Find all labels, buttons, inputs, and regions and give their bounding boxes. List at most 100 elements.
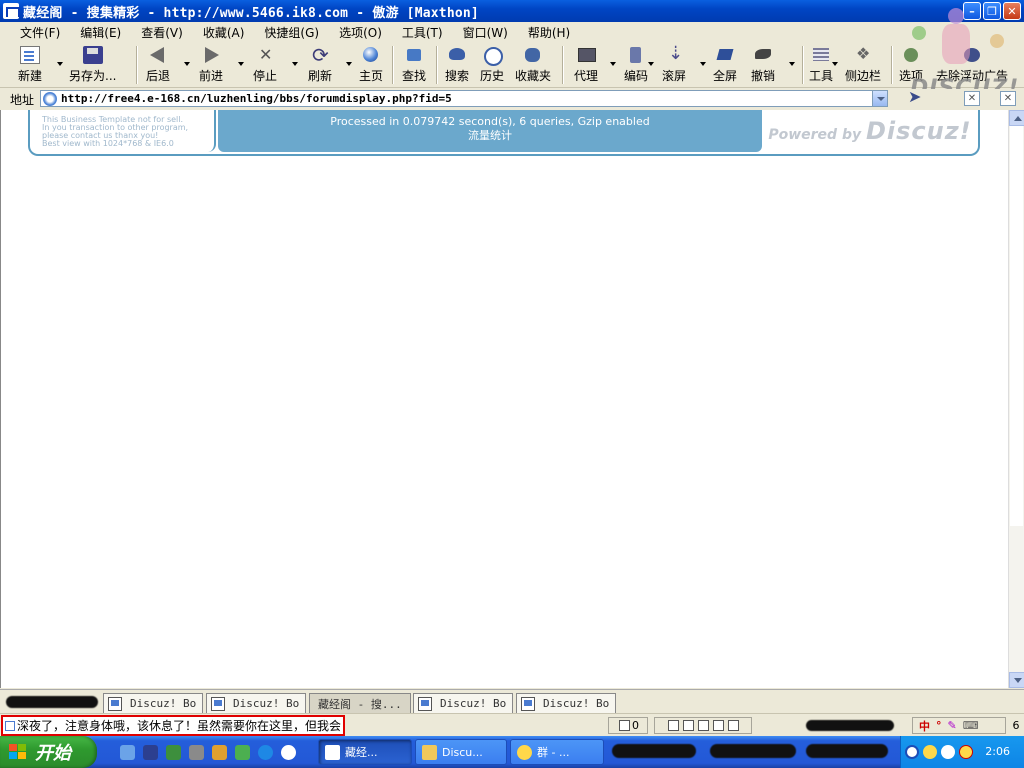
tray-expand-icon[interactable]: [905, 745, 919, 759]
fullscreen-icon: [715, 46, 735, 64]
tab-cangjingge[interactable]: 藏经阁 - 搜...: [309, 693, 411, 713]
sidebar-icon: [853, 44, 873, 64]
taskbar: 开始 藏经... Discu... 群 - ... 2:06: [0, 736, 1024, 768]
scroll-dropdown-arrow[interactable]: [700, 62, 706, 66]
scroll-up-button[interactable]: [1009, 110, 1024, 126]
start-button[interactable]: 开始: [0, 736, 97, 768]
traffic-stats-link[interactable]: 流量统计: [218, 129, 762, 143]
address-input[interactable]: http://free4.e-168.cn/luzhenling/bbs/for…: [40, 90, 888, 107]
favorites-icon: [523, 46, 543, 64]
quicklaunch-green-icon[interactable]: [235, 745, 250, 760]
sidebar-button[interactable]: 侧边栏: [845, 44, 881, 86]
fullscreen-button[interactable]: 全屏: [713, 44, 737, 86]
favorites-button[interactable]: 收藏夹: [515, 44, 551, 86]
quicklaunch-media-icon[interactable]: [189, 745, 204, 760]
toolbar-separator: [891, 46, 893, 84]
page-icon: [43, 91, 57, 106]
back-button[interactable]: 后退: [146, 44, 170, 86]
menu-file[interactable]: 文件(F): [20, 24, 60, 41]
quicklaunch-ie-icon[interactable]: [258, 745, 273, 760]
go-arrow-icon[interactable]: [907, 87, 925, 106]
tray-qq-icon[interactable]: [923, 745, 937, 759]
new-dropdown-arrow[interactable]: [57, 62, 63, 66]
minimize-button[interactable]: –: [963, 2, 981, 20]
tab-discuz-3[interactable]: Discuz! Bo: [413, 693, 513, 713]
scrollbar-track[interactable]: [1010, 126, 1023, 526]
tile-icon[interactable]: [697, 720, 709, 731]
redacted-task: [806, 744, 888, 758]
status-tool-icons[interactable]: [654, 717, 752, 734]
address-bar-option-button[interactable]: ✕: [964, 91, 980, 106]
new-button[interactable]: 新建: [18, 44, 42, 86]
tools-button[interactable]: 工具: [809, 44, 833, 86]
quicklaunch-excel-icon[interactable]: [166, 745, 181, 760]
quicklaunch-tool-icon[interactable]: [212, 745, 227, 760]
undo-button[interactable]: 撤销: [751, 44, 775, 86]
cascade-icon[interactable]: [712, 720, 724, 731]
address-bar-close-button[interactable]: ✕: [1000, 91, 1016, 106]
address-dropdown-button[interactable]: [872, 91, 887, 106]
menu-edit[interactable]: 编辑(E): [80, 24, 121, 41]
maxthon-app-icon[interactable]: [3, 3, 20, 19]
proxy-button[interactable]: 代理: [574, 44, 598, 86]
remove-ads-button[interactable]: 去除浮动广告: [936, 44, 1008, 86]
task-qq-group[interactable]: 群 - ...: [510, 739, 604, 765]
forward-dropdown-arrow[interactable]: [238, 62, 244, 66]
options-button[interactable]: 选项: [899, 44, 923, 86]
ime-indicator[interactable]: 中 ° ✎ ⌨: [912, 717, 1006, 734]
qq-icon: [517, 745, 532, 760]
refresh-dropdown-arrow[interactable]: [346, 62, 352, 66]
back-dropdown-arrow[interactable]: [184, 62, 190, 66]
task-discuz-folder[interactable]: Discu...: [415, 739, 507, 765]
windows-flag-icon: [9, 744, 27, 760]
popup-block-icon: [619, 720, 630, 731]
tray-qq-penguin-icon[interactable]: [959, 745, 973, 759]
encoding-button[interactable]: 编码: [624, 44, 648, 86]
find-button[interactable]: 查找: [402, 44, 426, 86]
options-icon: [901, 46, 921, 64]
tray-maxthon-icon[interactable]: [941, 745, 955, 759]
search-button[interactable]: 搜索: [445, 44, 469, 86]
menu-favorites[interactable]: 收藏(A): [203, 24, 245, 41]
forward-button[interactable]: 前进: [199, 44, 223, 86]
quicklaunch-maxthon-icon[interactable]: [281, 745, 296, 760]
page-content[interactable]: This Business Template not for sell. In …: [0, 110, 1008, 688]
scroll-down-button[interactable]: [1009, 672, 1024, 688]
refresh-button[interactable]: 刷新: [308, 43, 332, 86]
find-icon: [404, 46, 424, 64]
tab-discuz-4[interactable]: Discuz! Bo: [516, 693, 616, 713]
stop-dropdown-arrow[interactable]: [292, 62, 298, 66]
quicklaunch-desktop-icon[interactable]: [120, 745, 135, 760]
title-bar[interactable]: 藏经阁 - 搜集精彩 - http://www.5466.ik8.com - 傲…: [0, 0, 1024, 22]
undo-dropdown-arrow[interactable]: [789, 62, 795, 66]
block-icon[interactable]: [667, 720, 679, 731]
folder-icon: [422, 745, 437, 760]
menu-help[interactable]: 帮助(H): [528, 24, 570, 41]
menu-tools[interactable]: 工具(T): [402, 24, 443, 41]
tab-discuz-2[interactable]: Discuz! Bo: [206, 693, 306, 713]
address-url[interactable]: http://free4.e-168.cn/luzhenling/bbs/for…: [61, 92, 452, 105]
menu-window[interactable]: 窗口(W): [463, 24, 508, 41]
menu-options[interactable]: 选项(O): [339, 24, 382, 41]
maximize-button[interactable]: ❐: [983, 2, 1001, 20]
window-icon[interactable]: [682, 720, 694, 731]
blocked-popup-counter[interactable]: 0: [608, 717, 648, 734]
stop-button[interactable]: 停止: [253, 44, 277, 86]
home-button[interactable]: 主页: [359, 44, 383, 86]
quicklaunch-word-icon[interactable]: [143, 745, 158, 760]
save-as-button[interactable]: 另存为...: [69, 44, 116, 86]
scroll-button[interactable]: 滚屏: [662, 43, 686, 86]
history-button[interactable]: 历史: [480, 44, 504, 86]
trash-icon[interactable]: [727, 720, 739, 731]
encoding-dropdown-arrow[interactable]: [648, 62, 654, 66]
clock[interactable]: 2:06: [985, 745, 1010, 758]
menu-view[interactable]: 查看(V): [141, 24, 183, 41]
task-cangjingge[interactable]: 藏经...: [318, 739, 412, 765]
close-button[interactable]: ✕: [1003, 2, 1021, 20]
tab-discuz-1[interactable]: Discuz! Bo: [103, 693, 203, 713]
menu-groups[interactable]: 快捷组(G): [264, 24, 319, 41]
powered-by-discuz[interactable]: Powered by Discuz!: [764, 110, 976, 152]
tools-dropdown-arrow[interactable]: [832, 62, 838, 66]
proxy-dropdown-arrow[interactable]: [610, 62, 616, 66]
vertical-scrollbar[interactable]: [1008, 110, 1024, 688]
